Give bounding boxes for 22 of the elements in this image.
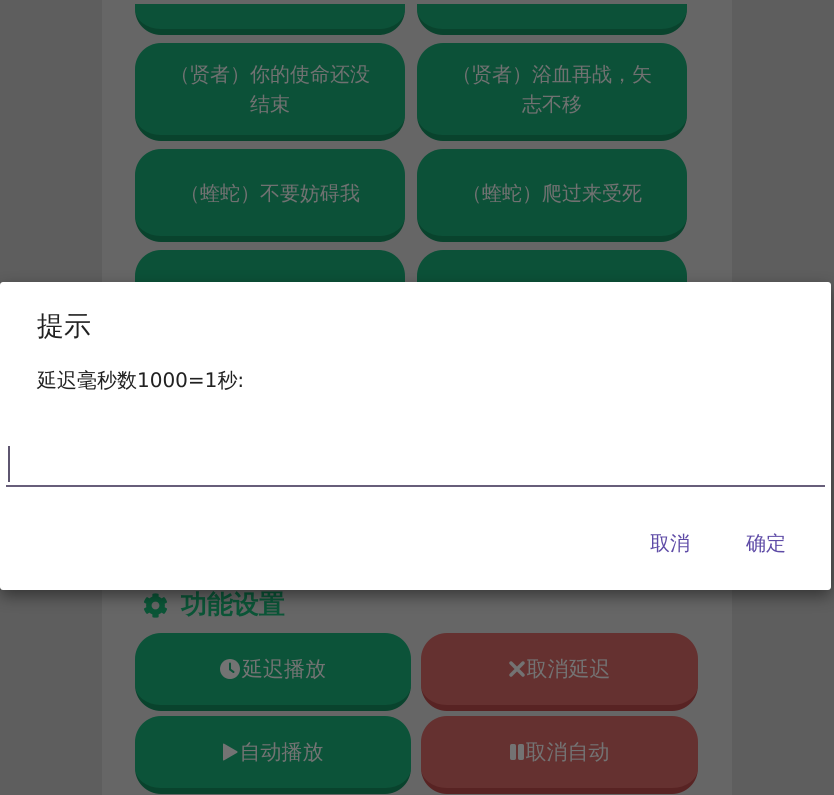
cross-icon — [508, 661, 524, 677]
pause-icon — [510, 744, 524, 760]
dialog-title: 提示 — [37, 310, 91, 344]
sound-button[interactable] — [417, 250, 687, 282]
sound-button[interactable] — [135, 4, 405, 35]
stop-autoplay-button[interactable]: 取消自动 — [421, 716, 698, 794]
sound-button[interactable] — [417, 4, 687, 35]
sound-button[interactable] — [135, 250, 405, 282]
sound-button[interactable]: （贤者）浴血再战，矢志不移 — [417, 43, 687, 141]
ok-button[interactable]: 确定 — [734, 524, 798, 562]
play-icon — [222, 743, 238, 761]
cancel-delay-button[interactable]: 取消延迟 — [421, 633, 698, 711]
gear-icon — [143, 592, 168, 618]
section-title: 功能设置 — [181, 591, 285, 619]
autoplay-button[interactable]: 自动播放 — [135, 716, 411, 794]
cancel-button[interactable]: 取消 — [638, 524, 702, 562]
delay-play-button[interactable]: 延迟播放 — [135, 633, 411, 711]
sound-button[interactable]: （贤者）你的使命还没结束 — [135, 43, 405, 141]
sound-button[interactable]: （蝰蛇）不要妨碍我 — [135, 149, 405, 242]
sound-button[interactable]: （蝰蛇）爬过来受死 — [417, 149, 687, 242]
dialog-message: 延迟毫秒数1000=1秒: — [37, 367, 244, 394]
clock-icon — [220, 659, 240, 679]
